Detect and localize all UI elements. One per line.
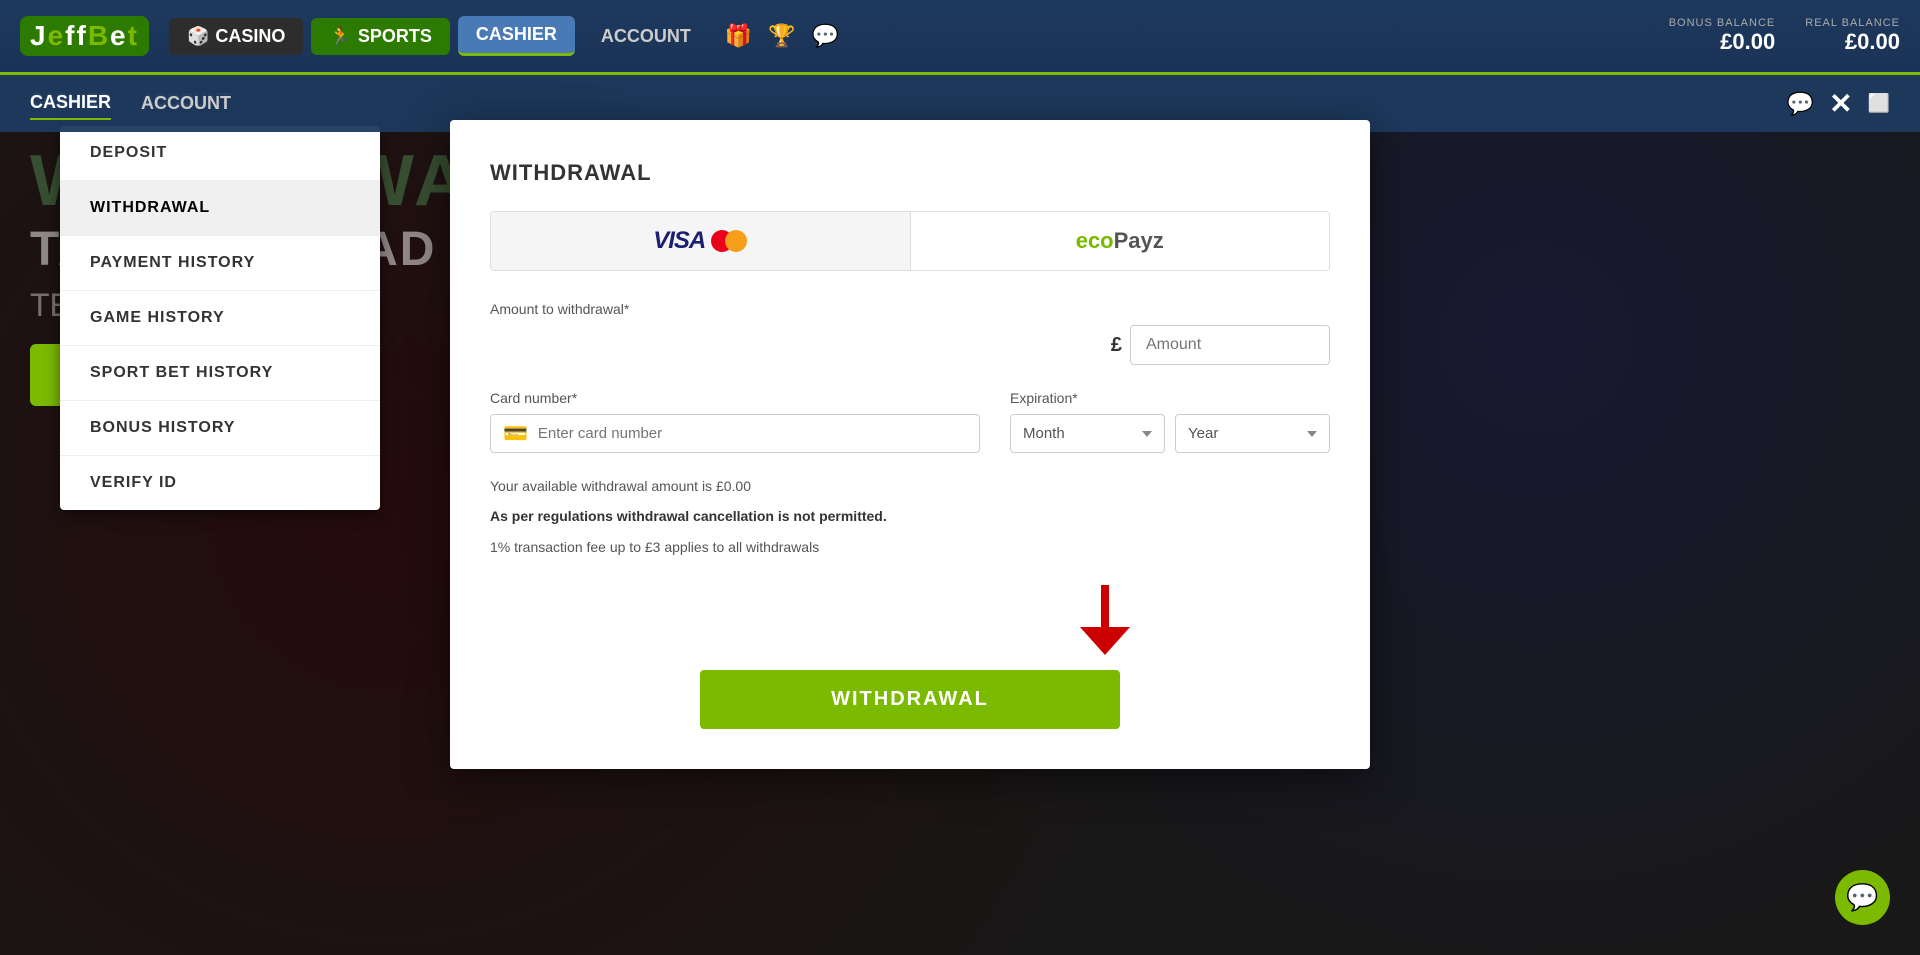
currency-symbol: £: [1111, 334, 1122, 357]
bonus-balance: BONUS BALANCE £0.00: [1669, 17, 1776, 55]
mastercard-orange-circle: [725, 230, 747, 252]
sub-nav: CASHIER ACCOUNT DEPOSIT WITHDRAWAL PAYME…: [0, 75, 450, 510]
modal-resize-icon: ⬜: [1868, 93, 1890, 114]
month-select[interactable]: Month 01 02 03 04 05 06 07 08 09 10 11 1…: [1010, 414, 1165, 453]
modal-chat-icon[interactable]: 💬: [1787, 91, 1814, 117]
menu-dropdown: DEPOSIT WITHDRAWAL PAYMENT HISTORY GAME …: [60, 126, 380, 510]
card-number-label: Card number*: [490, 390, 980, 406]
amount-input[interactable]: [1130, 325, 1330, 365]
gift-icon-button[interactable]: 🎁: [725, 23, 752, 49]
menu-item-bonus-history[interactable]: BONUS HISTORY: [60, 401, 380, 456]
year-select[interactable]: Year 2024 2025 2026 2027 2028 2029 2030: [1175, 414, 1330, 453]
credit-card-icon: 💳: [503, 421, 528, 446]
cashier-nav-button[interactable]: CASHIER: [458, 16, 575, 56]
amount-form-group: Amount to withdrawal* £: [490, 301, 1330, 365]
card-number-input[interactable]: [538, 415, 967, 452]
modal-cashier-tab[interactable]: CASHIER: [30, 87, 111, 120]
regulation-text: As per regulations withdrawal cancellati…: [490, 506, 1330, 527]
navbar: JeffBet 🎲 CASINO 🏃 SPORTS CASHIER ACCOUN…: [0, 0, 1920, 75]
card-expiry-row: Card number* 💳 Expiration* Month 01 02 0…: [490, 390, 1330, 453]
sports-nav-button[interactable]: 🏃 SPORTS: [311, 18, 449, 55]
eco-gray-text: Payz: [1114, 228, 1164, 253]
menu-item-verify-id[interactable]: VERIFY ID: [60, 456, 380, 510]
available-amount-text: Your available withdrawal amount is £0.0…: [490, 478, 1330, 494]
cashier-label: CASHIER: [476, 24, 557, 45]
card-field: Card number* 💳: [490, 390, 980, 453]
logo-text[interactable]: JeffBet: [20, 16, 149, 56]
visa-mastercard-logo: VISA: [653, 227, 747, 255]
menu-item-withdrawal[interactable]: WITHDRAWAL: [60, 181, 380, 236]
dice-icon: 🎲: [187, 26, 209, 47]
visa-text: VISA: [653, 227, 705, 255]
bonus-balance-value: £0.00: [1669, 29, 1776, 55]
down-arrow-icon: [1080, 585, 1130, 655]
eco-green-text: eco: [1076, 228, 1114, 253]
modal-top-icons: 💬 ✕ ⬜: [1787, 87, 1890, 120]
modal-close-button[interactable]: ✕: [1829, 87, 1852, 120]
live-chat-bubble[interactable]: 💬: [1835, 870, 1890, 925]
payment-tab-visa[interactable]: VISA: [491, 212, 911, 270]
amount-label: Amount to withdrawal*: [490, 301, 1330, 317]
ecopayz-logo: ecoPayz: [1076, 228, 1164, 254]
real-balance-value: £0.00: [1805, 29, 1900, 55]
account-nav-button[interactable]: ACCOUNT: [583, 18, 709, 55]
arrow-section: [490, 585, 1330, 655]
chat-icon-button[interactable]: 💬: [812, 23, 839, 49]
info-section: Your available withdrawal amount is £0.0…: [490, 478, 1330, 555]
chat-icon: 💬: [1846, 882, 1878, 913]
sports-label: SPORTS: [358, 26, 432, 47]
amount-row: £: [490, 325, 1330, 365]
withdrawal-modal: WITHDRAWAL VISA ecoPayz Amount to withdr…: [450, 120, 1370, 769]
mastercard-circles: [711, 230, 747, 252]
card-input-wrapper: 💳: [490, 414, 980, 453]
trophy-icon-button[interactable]: 🏆: [768, 23, 795, 49]
expiry-selects: Month 01 02 03 04 05 06 07 08 09 10 11 1…: [1010, 414, 1330, 453]
withdrawal-submit-button[interactable]: WITHDRAWAL: [700, 670, 1120, 729]
modal-account-tab[interactable]: ACCOUNT: [141, 88, 231, 119]
real-balance-label: REAL BALANCE: [1805, 17, 1900, 29]
payment-method-tabs: VISA ecoPayz: [490, 211, 1330, 271]
menu-item-game-history[interactable]: GAME HISTORY: [60, 291, 380, 346]
menu-item-payment-history[interactable]: PAYMENT HISTORY: [60, 236, 380, 291]
expiry-field: Expiration* Month 01 02 03 04 05 06 07 0…: [1010, 390, 1330, 453]
balance-section: BONUS BALANCE £0.00 REAL BALANCE £0.00: [1669, 17, 1900, 55]
casino-label: CASINO: [215, 26, 285, 47]
real-balance: REAL BALANCE £0.00: [1805, 17, 1900, 55]
menu-item-sport-bet-history[interactable]: SPORT BET HISTORY: [60, 346, 380, 401]
bonus-balance-label: BONUS BALANCE: [1669, 17, 1776, 29]
payment-tab-ecopayz[interactable]: ecoPayz: [911, 212, 1330, 270]
sports-icon: 🏃: [329, 26, 351, 47]
logo[interactable]: JeffBet: [20, 16, 149, 56]
modal-title: WITHDRAWAL: [490, 160, 1330, 186]
casino-nav-button[interactable]: 🎲 CASINO: [169, 18, 303, 55]
account-label: ACCOUNT: [601, 26, 691, 47]
fee-text: 1% transaction fee up to £3 applies to a…: [490, 539, 1330, 555]
menu-item-deposit[interactable]: DEPOSIT: [60, 126, 380, 181]
expiration-label: Expiration*: [1010, 390, 1330, 406]
